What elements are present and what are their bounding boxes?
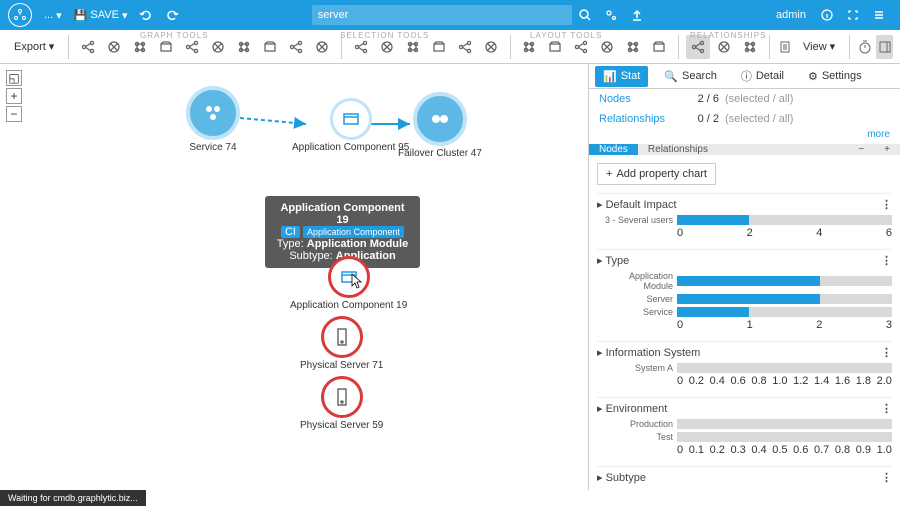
zoom-out-icon[interactable]: − xyxy=(6,106,22,122)
subtab-nodes[interactable]: Nodes xyxy=(589,144,638,155)
user-label[interactable]: admin xyxy=(776,9,806,21)
gt-trash[interactable] xyxy=(310,35,334,59)
chart-menu-icon[interactable]: ⋮ xyxy=(881,346,892,359)
node-phys59[interactable]: Physical Server 59 xyxy=(300,376,383,431)
view-button[interactable]: View▾ xyxy=(795,36,843,57)
cursor-icon xyxy=(351,273,363,289)
topbar: ... ▾ 💾SAVE▾ admin xyxy=(0,0,900,30)
right-panel: 📊Stat 🔍Search ⓘDetail ⚙Settings Nodes2 /… xyxy=(588,64,900,490)
tab-detail[interactable]: ⓘDetail xyxy=(733,64,792,88)
panel-toggle-icon[interactable] xyxy=(876,35,893,59)
add-icon[interactable]: + xyxy=(874,144,900,155)
lt-l5[interactable] xyxy=(621,35,645,59)
node-failover[interactable]: Failover Cluster 47 xyxy=(398,92,482,159)
info-icon[interactable] xyxy=(814,2,840,28)
collapse-icon[interactable]: − xyxy=(848,144,874,155)
lt-l6[interactable] xyxy=(647,35,671,59)
add-property-chart[interactable]: +Add property chart xyxy=(597,163,716,185)
section-rel: RELATIONSHIPS xyxy=(690,31,766,40)
redo-icon[interactable] xyxy=(159,2,185,28)
save-button[interactable]: 💾SAVE▾ xyxy=(68,7,134,24)
chart-environment: ▸ Environment⋮ProductionTest00.10.20.30.… xyxy=(597,397,892,456)
section-graph: GRAPH TOOLS xyxy=(140,31,209,40)
status-bar: Waiting for cmdb.graphlytic.biz... xyxy=(0,490,146,506)
hamburger-icon[interactable] xyxy=(866,2,892,28)
chart-menu-icon[interactable]: ⋮ xyxy=(881,254,892,267)
timer-icon[interactable] xyxy=(857,35,874,59)
zoom-in-icon[interactable]: + xyxy=(6,88,22,104)
tab-stat[interactable]: 📊Stat xyxy=(595,66,648,87)
gt-eye[interactable] xyxy=(232,35,256,59)
section-layout: LAYOUT TOOLS xyxy=(530,31,602,40)
node-appcomp95[interactable]: Application Component 95 xyxy=(292,98,409,153)
chart-menu-icon[interactable]: ⋮ xyxy=(881,402,892,415)
gt-expand[interactable] xyxy=(76,35,100,59)
graph-canvas[interactable]: ◱ + − Service 74 Application Component 9… xyxy=(0,64,588,490)
main: ◱ + − Service 74 Application Component 9… xyxy=(0,64,900,490)
gt-filter2[interactable] xyxy=(258,35,282,59)
tab-search[interactable]: 🔍Search xyxy=(656,66,725,87)
fullscreen-icon[interactable] xyxy=(840,2,866,28)
chart-menu-icon[interactable]: ⋮ xyxy=(881,471,892,484)
chart-subtype: ▸ Subtype⋮ xyxy=(597,466,892,490)
global-search xyxy=(312,2,598,28)
st-sel6[interactable] xyxy=(479,35,503,59)
menu-dropdown[interactable]: ... ▾ xyxy=(38,7,68,24)
st-sel4[interactable] xyxy=(427,35,451,59)
subtab-rels[interactable]: Relationships xyxy=(638,144,718,155)
undo-icon[interactable] xyxy=(133,2,159,28)
search-input[interactable] xyxy=(312,5,572,25)
fit-icon[interactable]: ◱ xyxy=(6,70,22,86)
toolbar: GRAPH TOOLS SELECTION TOOLS LAYOUT TOOLS… xyxy=(0,30,900,64)
chart-default-impact: ▸ Default Impact⋮3 - Several users0246 xyxy=(597,193,892,239)
node-appcomp19[interactable]: Application Component 19 xyxy=(290,256,407,311)
chart-information-system: ▸ Information System⋮System A00.20.40.60… xyxy=(597,341,892,387)
tab-settings[interactable]: ⚙Settings xyxy=(800,66,870,87)
chart-type: ▸ Type⋮Application ModuleServerService01… xyxy=(597,249,892,331)
more-link[interactable]: more xyxy=(589,129,900,144)
chart-menu-icon[interactable]: ⋮ xyxy=(881,198,892,211)
gt-bolt[interactable] xyxy=(284,35,308,59)
gt-branch[interactable] xyxy=(102,35,126,59)
node-service[interactable]: Service 74 xyxy=(186,86,240,153)
search-icon[interactable] xyxy=(572,2,598,28)
export-button[interactable]: Export▾ xyxy=(6,36,62,57)
doc-icon[interactable] xyxy=(777,35,794,59)
section-selection: SELECTION TOOLS xyxy=(340,31,429,40)
upload-icon[interactable] xyxy=(624,2,650,28)
st-sel5[interactable] xyxy=(453,35,477,59)
node-phys71[interactable]: Physical Server 71 xyxy=(300,316,383,371)
app-logo[interactable] xyxy=(8,3,32,27)
gt-hide[interactable] xyxy=(206,35,230,59)
gears-icon[interactable] xyxy=(598,2,624,28)
